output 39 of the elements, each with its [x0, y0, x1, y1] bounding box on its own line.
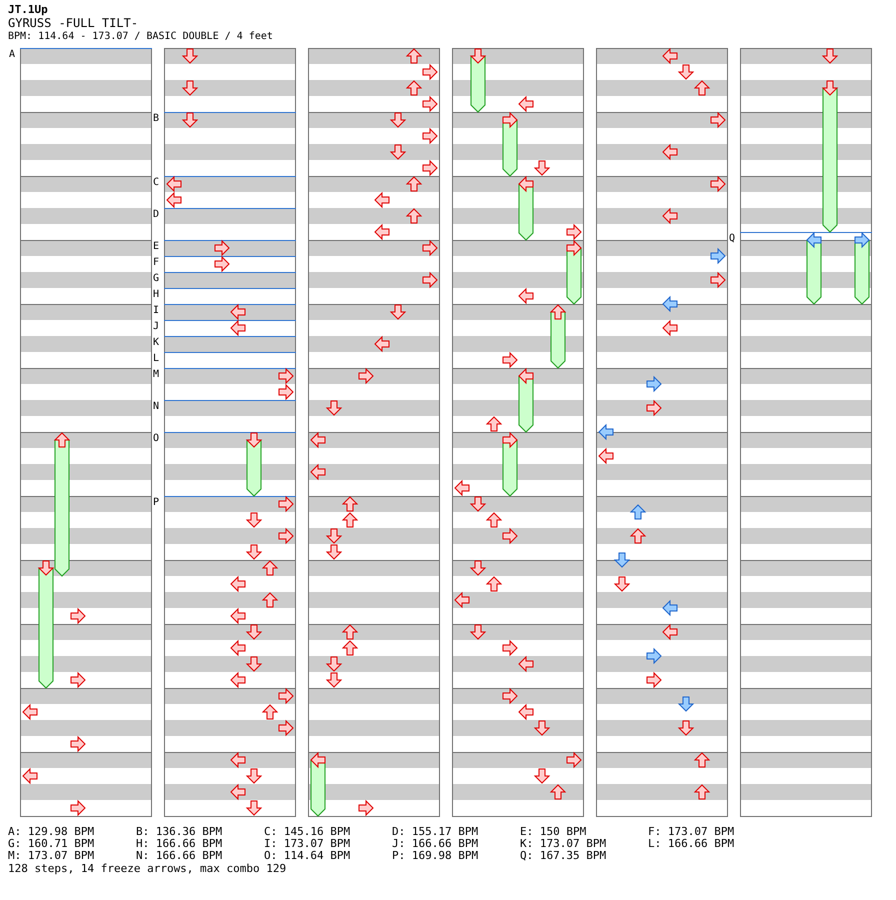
bpm-change-label: G: [153, 273, 160, 284]
bpm-entry: O: 114.64 BPM: [264, 849, 350, 862]
bpm-entry: Q: 167.35 BPM: [520, 849, 606, 862]
bpm-change-label: E: [153, 241, 160, 252]
bpm-entry: E: 150 BPM: [520, 825, 586, 838]
bpm-entry: N: 166.66 BPM: [136, 849, 222, 862]
bpm-entry: P: 169.98 BPM: [392, 849, 478, 862]
bpm-change-label: P: [153, 497, 160, 508]
bpm-entry: H: 166.66 BPM: [136, 837, 222, 850]
bpm-entry: D: 155.17 BPM: [392, 825, 478, 838]
bpm-change-label: N: [153, 401, 160, 412]
bpm-entry: G: 160.71 BPM: [8, 837, 94, 850]
bpm-change-label: Q: [729, 233, 736, 244]
freeze-bar: [806, 240, 822, 305]
bpm-entry: A: 129.98 BPM: [8, 825, 94, 838]
bpm-entry: C: 145.16 BPM: [264, 825, 350, 838]
bpm-entry: M: 173.07 BPM: [8, 849, 94, 862]
bpm-entry: B: 136.36 BPM: [136, 825, 222, 838]
bpm-change-label: J: [153, 321, 160, 332]
bpm-change-label: A: [9, 49, 16, 60]
chart-summary: 128 steps, 14 freeze arrows, max combo 129: [7, 862, 286, 876]
bpm-entry: K: 173.07 BPM: [520, 837, 606, 850]
bpm-entry: I: 173.07 BPM: [264, 837, 350, 850]
song-title: GYRUSS -FULL TILT-: [8, 16, 138, 31]
bpm-change-label: D: [153, 209, 160, 220]
bpm-entry: J: 166.66 BPM: [392, 837, 478, 850]
bpm-entry: L: 166.66 BPM: [648, 837, 734, 850]
chart-info: BPM: 114.64 - 173.07 / BASIC DOUBLE / 4 feet: [8, 31, 273, 43]
bpm-change-label: C: [153, 177, 160, 188]
bpm-change-label: F: [153, 257, 160, 268]
bpm-change-label: O: [153, 433, 160, 444]
bpm-change-label: B: [153, 113, 160, 124]
author-name: JT.1Up: [8, 3, 48, 16]
bpm-change-label: K: [153, 337, 160, 348]
bpm-change-label: L: [153, 353, 160, 364]
bpm-change-label: H: [153, 289, 160, 300]
bpm-change-label: M: [153, 369, 160, 380]
bpm-entry: F: 173.07 BPM: [648, 825, 734, 838]
bpm-change-label: I: [153, 305, 160, 316]
